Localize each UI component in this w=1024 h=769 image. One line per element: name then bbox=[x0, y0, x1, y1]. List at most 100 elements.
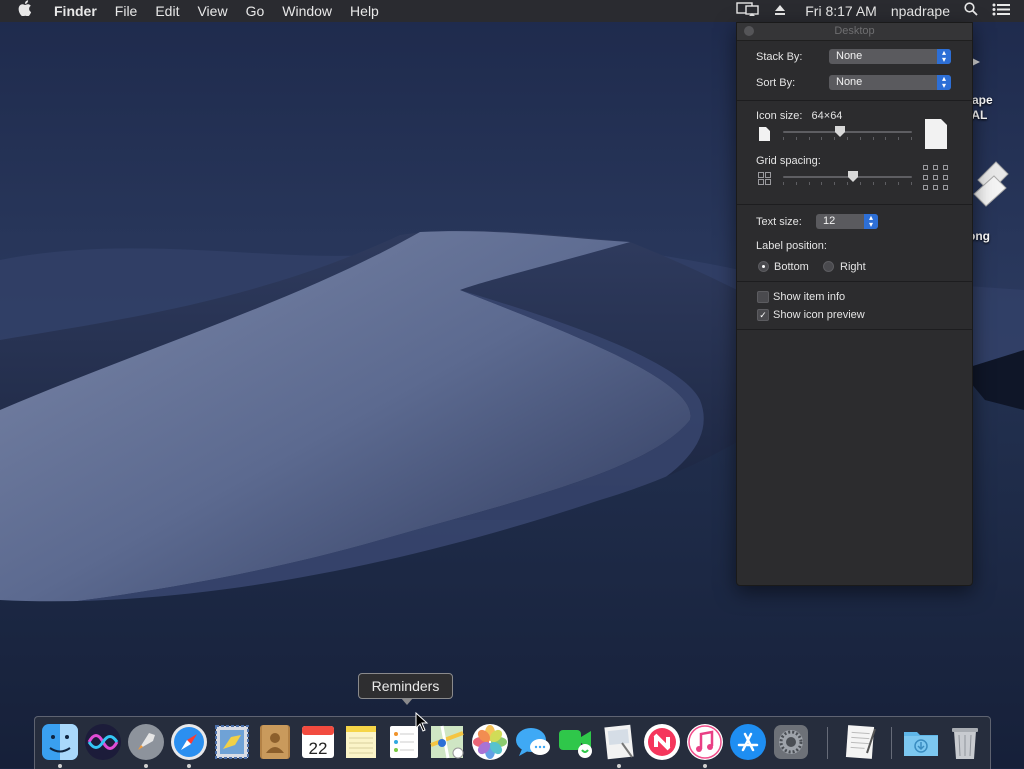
slider-tick bbox=[873, 137, 874, 140]
preview-icon[interactable] bbox=[600, 723, 638, 761]
airplay-display-icon[interactable] bbox=[729, 0, 767, 22]
mail-icon[interactable] bbox=[213, 723, 251, 761]
photos-icon[interactable] bbox=[471, 723, 509, 761]
slider-tick bbox=[796, 182, 797, 185]
slider-ticks bbox=[783, 182, 912, 185]
apple-menu-icon[interactable] bbox=[0, 0, 45, 22]
slider-tick bbox=[860, 137, 861, 140]
slider-tick bbox=[809, 137, 810, 140]
document-icon[interactable] bbox=[970, 160, 1010, 218]
messages-icon[interactable] bbox=[514, 723, 552, 761]
icon-size-row: Icon size: 64×64 bbox=[756, 110, 842, 122]
sort-by-value: None bbox=[836, 76, 863, 88]
tight-grid-icon bbox=[758, 172, 771, 185]
show-item-info-label[interactable]: Show item info bbox=[773, 291, 845, 303]
slider-tick bbox=[873, 182, 874, 185]
slider-tick bbox=[847, 137, 848, 140]
downloads-folder-icon[interactable] bbox=[902, 723, 940, 761]
dock-separator bbox=[827, 727, 828, 759]
safari-icon[interactable] bbox=[170, 723, 208, 761]
news-icon[interactable] bbox=[643, 723, 681, 761]
text-size-label: Text size: bbox=[756, 216, 802, 228]
text-size-value: 12 bbox=[823, 215, 836, 227]
menu-user-name[interactable]: npadrape bbox=[884, 0, 957, 22]
panel-title: Desktop bbox=[834, 25, 875, 37]
calendar-date: 22 bbox=[309, 739, 328, 758]
menu-app-name[interactable]: Finder bbox=[45, 0, 106, 22]
dock-tooltip: Reminders bbox=[358, 673, 453, 705]
slider-tick bbox=[898, 137, 899, 140]
menu-window[interactable]: Window bbox=[273, 0, 341, 22]
notification-center-icon[interactable] bbox=[985, 0, 1024, 22]
eject-icon[interactable] bbox=[767, 0, 793, 22]
slider-tick bbox=[821, 182, 822, 185]
calendar-icon[interactable]: 22 bbox=[299, 723, 337, 761]
app-store-icon[interactable] bbox=[729, 723, 767, 761]
slider-tick bbox=[821, 137, 822, 140]
label-position-right-text[interactable]: Right bbox=[840, 261, 866, 273]
menu-file[interactable]: File bbox=[106, 0, 147, 22]
menu-bar: Finder File Edit View Go Window Help Fri… bbox=[0, 0, 1024, 22]
stack-by-value: None bbox=[836, 50, 863, 62]
show-icon-preview-checkbox[interactable]: ✓ bbox=[757, 309, 769, 321]
label-position-label: Label position: bbox=[756, 240, 827, 252]
finder-icon[interactable] bbox=[41, 723, 79, 761]
menu-clock[interactable]: Fri 8:17 AM bbox=[793, 0, 884, 22]
wide-grid-icon bbox=[923, 165, 948, 190]
popup-arrows-icon: ▴ ▾ bbox=[937, 75, 951, 90]
running-indicator bbox=[703, 764, 707, 768]
sort-by-label: Sort By: bbox=[756, 77, 796, 89]
dock: 22 bbox=[34, 716, 991, 769]
running-indicator bbox=[617, 764, 621, 768]
contacts-icon[interactable] bbox=[256, 723, 294, 761]
facetime-icon[interactable] bbox=[557, 723, 595, 761]
slider-tick bbox=[783, 137, 784, 140]
divider bbox=[737, 329, 972, 330]
slider-ticks bbox=[783, 137, 912, 140]
divider bbox=[737, 100, 972, 101]
textedit-icon[interactable] bbox=[841, 723, 879, 761]
slider-tick bbox=[809, 182, 810, 185]
menu-help[interactable]: Help bbox=[341, 0, 388, 22]
dock-separator bbox=[891, 727, 892, 759]
trash-icon[interactable] bbox=[946, 723, 984, 761]
menu-edit[interactable]: Edit bbox=[146, 0, 188, 22]
small-document-icon bbox=[759, 127, 770, 141]
slider-tick bbox=[783, 182, 784, 185]
desktop-item-label[interactable]: ape bbox=[972, 93, 993, 107]
music-icon[interactable] bbox=[686, 723, 724, 761]
grid-spacing-label: Grid spacing: bbox=[756, 155, 821, 167]
maps-icon[interactable] bbox=[428, 723, 466, 761]
launchpad-icon[interactable] bbox=[127, 723, 165, 761]
icon-size-label: Icon size: bbox=[756, 110, 803, 122]
running-indicator bbox=[187, 764, 191, 768]
view-options-panel: Desktop Stack By: None ▴ ▾ Sort By: None … bbox=[736, 22, 973, 586]
system-preferences-icon[interactable] bbox=[772, 723, 810, 761]
grid-spacing-slider-thumb[interactable] bbox=[847, 171, 858, 182]
slider-tick bbox=[911, 137, 912, 140]
icon-size-slider-track[interactable] bbox=[783, 131, 912, 133]
stack-by-popup[interactable]: None ▴ ▾ bbox=[829, 49, 951, 64]
label-position-right-radio[interactable] bbox=[823, 261, 834, 272]
icon-size-value: 64×64 bbox=[811, 110, 843, 122]
label-position-bottom-radio[interactable] bbox=[758, 261, 769, 272]
text-size-popup[interactable]: 12 ▴ ▾ bbox=[816, 214, 878, 229]
stack-by-label: Stack By: bbox=[756, 51, 803, 63]
slider-tick bbox=[796, 137, 797, 140]
menu-go[interactable]: Go bbox=[237, 0, 274, 22]
panel-titlebar[interactable]: Desktop bbox=[737, 23, 972, 41]
spotlight-search-icon[interactable] bbox=[957, 0, 985, 22]
slider-tick bbox=[860, 182, 861, 185]
show-icon-preview-label[interactable]: Show icon preview bbox=[773, 309, 865, 321]
label-position-bottom-text[interactable]: Bottom bbox=[774, 261, 809, 273]
siri-icon[interactable] bbox=[84, 723, 122, 761]
icon-size-slider-thumb[interactable] bbox=[834, 126, 845, 137]
mouse-cursor-icon bbox=[415, 712, 429, 732]
show-item-info-checkbox[interactable] bbox=[757, 291, 769, 303]
running-indicator bbox=[144, 764, 148, 768]
sort-by-popup[interactable]: None ▴ ▾ bbox=[829, 75, 951, 90]
running-indicator bbox=[58, 764, 62, 768]
slider-tick bbox=[885, 137, 886, 140]
notes-icon[interactable] bbox=[342, 723, 380, 761]
menu-view[interactable]: View bbox=[188, 0, 236, 22]
